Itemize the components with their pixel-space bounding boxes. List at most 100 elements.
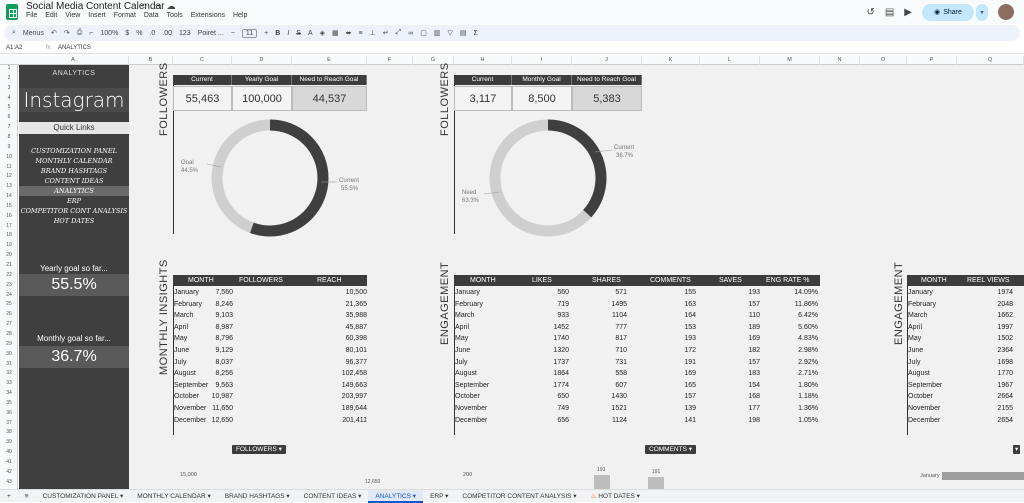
row-header[interactable]: 31 <box>0 361 18 367</box>
table-cell[interactable]: 1967 <box>997 380 1013 392</box>
search-menus[interactable]: Menus <box>23 30 44 37</box>
table-row[interactable]: October 10,987 203,997 <box>173 391 367 403</box>
table-cell[interactable]: 817 <box>615 333 627 345</box>
table-cell[interactable]: July <box>174 357 186 369</box>
kpi-value-need[interactable]: 44,537 <box>292 86 367 111</box>
align-icon[interactable]: ≡ <box>359 30 363 37</box>
row-header[interactable]: 10 <box>0 154 18 160</box>
table-cell[interactable]: 193 <box>684 333 696 345</box>
table-cell[interactable]: 193 <box>748 287 760 299</box>
share-button[interactable]: ◉ Share <box>922 3 974 21</box>
platform-title[interactable]: Instagram <box>19 88 129 112</box>
table-cell[interactable]: 198 <box>748 415 760 427</box>
table-cell[interactable]: 7,560 <box>215 287 233 299</box>
table-row[interactable]: January 7,560 10,500 <box>173 287 367 299</box>
row-header[interactable]: 15 <box>0 203 18 209</box>
tab-customization-panel[interactable]: CUSTOMIZATION PANEL ▾ <box>36 490 131 503</box>
table-cell[interactable]: September <box>174 380 208 392</box>
paint-format-icon[interactable]: ⌐ <box>89 30 93 37</box>
table-row[interactable]: May 1740 817 193 169 4.83% <box>454 333 820 345</box>
table-row[interactable]: August 1770 <box>907 368 1013 380</box>
comments-chart-chip[interactable]: COMMENTS ▾ <box>645 445 696 454</box>
table-cell[interactable]: 1104 <box>612 310 627 322</box>
table-row[interactable]: July 1737 731 191 157 2.92% <box>454 357 820 369</box>
font-size-input[interactable]: 11 <box>241 28 258 38</box>
table-cell[interactable]: 1502 <box>997 333 1013 345</box>
table-cell[interactable]: October <box>455 391 480 403</box>
table-cell[interactable]: July <box>908 357 920 369</box>
table-cell[interactable]: 1320 <box>553 345 569 357</box>
monthly-goal-value[interactable]: 36.7% <box>19 346 129 368</box>
fill-color-icon[interactable]: ◈ <box>320 29 325 37</box>
table-cell[interactable]: 163 <box>684 299 696 311</box>
table-cell[interactable]: 21,365 <box>346 299 367 311</box>
table-cell[interactable]: 189,644 <box>342 403 367 415</box>
table-row[interactable]: April 8,987 45,887 <box>173 322 367 334</box>
table-cell[interactable]: August <box>908 368 930 380</box>
table-cell[interactable]: 157 <box>748 357 760 369</box>
table-cell[interactable]: June <box>455 345 470 357</box>
table-cell[interactable]: October <box>908 391 933 403</box>
table-row[interactable]: March 1662 <box>907 310 1013 322</box>
row-header[interactable]: 23 <box>0 282 18 288</box>
table-cell[interactable]: March <box>455 310 474 322</box>
row-header[interactable]: 42 <box>0 469 18 475</box>
column-header[interactable]: Q <box>957 56 1024 65</box>
table-row[interactable]: February 719 1495 163 157 11.86% <box>454 299 820 311</box>
table-cell[interactable]: 9,103 <box>215 310 233 322</box>
table-cell[interactable]: 96,377 <box>346 357 367 369</box>
table-cell[interactable]: April <box>455 322 469 334</box>
wrap-icon[interactable]: ↵ <box>383 29 389 37</box>
print-icon[interactable]: ⎙ <box>77 29 83 37</box>
link-analytics[interactable]: ANALYTICS <box>19 186 129 196</box>
table-cell[interactable]: December <box>908 415 940 427</box>
row-header[interactable]: 5 <box>0 104 18 110</box>
link-competitor-analysis[interactable]: COMPETITOR CONT ANALYSIS <box>19 206 129 216</box>
table-row[interactable]: February 8,246 21,365 <box>173 299 367 311</box>
row-header[interactable]: 38 <box>0 429 18 435</box>
kpi-header-yearly-goal[interactable]: Yearly Goal <box>232 75 292 85</box>
table-cell[interactable]: 110 <box>749 310 760 322</box>
table-cell[interactable]: 154 <box>748 380 760 392</box>
table-cell[interactable]: 1.80% <box>798 380 818 392</box>
table-cell[interactable]: 1774 <box>553 380 569 392</box>
merge-icon[interactable]: ⬌ <box>346 29 352 37</box>
table-cell[interactable]: 14.09% <box>794 287 818 299</box>
column-header[interactable]: L <box>700 56 760 65</box>
table-cell[interactable]: 1.18% <box>798 391 818 403</box>
row-header[interactable]: 36 <box>0 410 18 416</box>
table-cell[interactable]: 558 <box>615 368 627 380</box>
kpi-value-need-m[interactable]: 5,383 <box>572 86 642 111</box>
row-header[interactable]: 40 <box>0 449 18 455</box>
table-cell[interactable]: 80,101 <box>346 345 367 357</box>
table-cell[interactable]: 650 <box>557 391 569 403</box>
link-icon[interactable]: ∞ <box>408 30 413 37</box>
table-cell[interactable]: 8,037 <box>215 357 233 369</box>
table-cell[interactable]: 2364 <box>997 345 1013 357</box>
table-cell[interactable]: February <box>455 299 483 311</box>
table-cell[interactable]: 9,129 <box>215 345 233 357</box>
row-header[interactable]: 16 <box>0 213 18 219</box>
table-row[interactable]: August 1864 558 169 183 2.71% <box>454 368 820 380</box>
number-format-button[interactable]: 123 <box>179 30 191 37</box>
table-cell[interactable]: September <box>455 380 489 392</box>
table-row[interactable]: March 9,103 35,988 <box>173 310 367 322</box>
all-sheets-icon[interactable]: ≡ <box>18 490 36 503</box>
table-cell[interactable]: May <box>174 333 187 345</box>
row-header[interactable]: 8 <box>0 134 18 140</box>
col-reach[interactable]: REACH <box>317 275 342 286</box>
table-cell[interactable]: 155 <box>684 287 696 299</box>
zoom-select[interactable]: 100% <box>100 30 118 37</box>
text-color-icon[interactable]: A <box>308 30 313 37</box>
table-cell[interactable]: January <box>174 287 199 299</box>
valign-icon[interactable]: ⊥ <box>370 29 376 37</box>
table-cell[interactable]: 149,663 <box>342 380 367 392</box>
kpi-header-need-m[interactable]: Need to Reach Goal <box>572 75 642 85</box>
menu-insert[interactable]: Insert <box>88 12 106 19</box>
table-row[interactable]: September 1774 607 165 154 1.80% <box>454 380 820 392</box>
table-row[interactable]: November 2155 <box>907 403 1013 415</box>
col-shares[interactable]: SHARES <box>592 275 621 286</box>
avatar[interactable] <box>998 4 1014 20</box>
table-cell[interactable]: 172 <box>684 345 696 357</box>
table-cell[interactable]: 60,398 <box>346 333 367 345</box>
